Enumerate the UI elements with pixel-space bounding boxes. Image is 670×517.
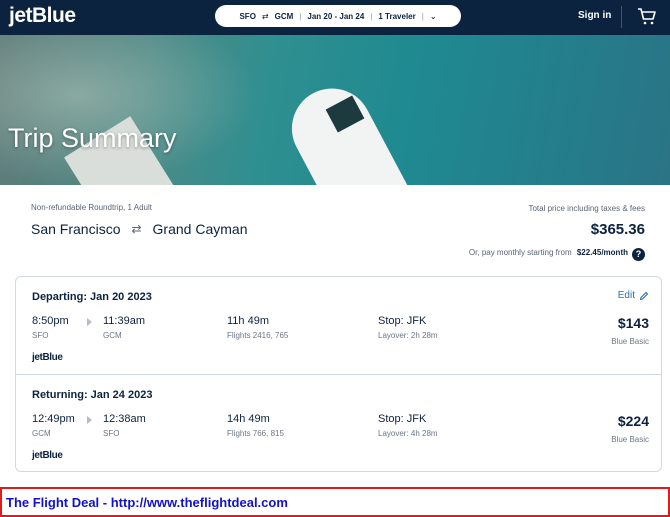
pencil-icon <box>639 291 649 300</box>
monthly-payment-amount: $22.45/month <box>576 248 628 257</box>
layover: Layover: 4h 28m <box>378 429 438 438</box>
stop: Stop: JFK <box>378 315 427 327</box>
departing-leg: Departing: Jan 20 2023 Edit 8:50pm SFO 1… <box>16 277 661 375</box>
duration: 11h 49m <box>227 315 269 327</box>
carrier-logo: jetBlue <box>32 352 63 363</box>
depart-time: 8:50pm <box>32 315 69 327</box>
destination-city: Grand Cayman <box>152 221 248 237</box>
travel-dates: Jan 20 - Jan 24 <box>307 11 365 21</box>
destination-code: GCM <box>274 11 294 21</box>
arrive-airport: GCM <box>103 331 122 340</box>
hero-banner: Trip Summary <box>0 35 670 185</box>
arrow-right-icon <box>87 416 92 424</box>
stop: Stop: JFK <box>378 413 427 425</box>
top-nav: jetBlue SFO ⇄ GCM | Jan 20 - Jan 24 | 1 … <box>0 0 670 35</box>
chevron-down-icon[interactable]: ⌄ <box>430 12 437 21</box>
page-title: Trip Summary <box>8 123 177 153</box>
monthly-payment: Or, pay monthly starting from $22.45/mon… <box>469 248 628 257</box>
leg-title: Departing: Jan 20 2023 <box>32 291 152 303</box>
swap-icon: ⇄ <box>131 222 142 236</box>
total-price: $365.36 <box>590 221 645 238</box>
edit-label: Edit <box>617 290 635 301</box>
nav-divider <box>621 6 622 28</box>
swap-icon: ⇄ <box>261 11 269 21</box>
origin-code: SFO <box>239 11 256 21</box>
sign-in-link[interactable]: Sign in <box>578 10 611 21</box>
arrive-airport: SFO <box>103 429 120 438</box>
help-icon[interactable]: ? <box>632 248 645 261</box>
trip-summary-card: Non-refundable Roundtrip, 1 Adult San Fr… <box>9 185 668 483</box>
leg-title: Returning: Jan 24 2023 <box>32 389 153 401</box>
depart-airport: SFO <box>32 331 49 340</box>
duration: 14h 49m <box>227 413 270 425</box>
flight-numbers: Flights 766, 815 <box>227 429 284 438</box>
cart-icon[interactable] <box>637 6 657 26</box>
flight-details: Departing: Jan 20 2023 Edit 8:50pm SFO 1… <box>15 276 662 472</box>
depart-time: 12:49pm <box>32 413 75 425</box>
flight-deal-banner: The Flight Deal - http://www.theflightde… <box>0 487 670 517</box>
layover: Layover: 2h 28m <box>378 331 438 340</box>
depart-airport: GCM <box>32 429 51 438</box>
jetblue-logo[interactable]: jetBlue <box>9 4 76 28</box>
fare-class: Blue Basic <box>611 337 649 346</box>
origin-city: San Francisco <box>31 221 121 237</box>
separator: | <box>299 11 302 21</box>
arrive-time: 12:38am <box>103 413 146 425</box>
fare-type: Non-refundable Roundtrip, 1 Adult <box>31 203 152 212</box>
arrow-right-icon <box>87 318 92 326</box>
returning-leg: Returning: Jan 24 2023 12:49pm GCM 12:38… <box>16 374 661 472</box>
leg-price: $224 <box>617 413 649 429</box>
fare-class: Blue Basic <box>611 435 649 444</box>
separator: | <box>421 11 424 21</box>
edit-button[interactable]: Edit <box>618 290 649 301</box>
flight-numbers: Flights 2416, 765 <box>227 331 289 340</box>
flight-search-summary[interactable]: SFO ⇄ GCM | Jan 20 - Jan 24 | 1 Traveler… <box>215 5 461 27</box>
traveler-count: 1 Traveler <box>378 11 416 21</box>
banner-text[interactable]: The Flight Deal - http://www.theflightde… <box>6 495 288 510</box>
route: San Francisco ⇄ Grand Cayman <box>31 221 247 237</box>
carrier-logo: jetBlue <box>32 450 63 461</box>
monthly-payment-text: Or, pay monthly starting from <box>468 248 572 257</box>
separator: | <box>370 11 373 21</box>
leg-price: $143 <box>617 315 649 331</box>
arrive-time: 11:39am <box>103 315 145 327</box>
hero-boat <box>277 74 415 185</box>
total-price-label: Total price including taxes & fees <box>528 204 645 213</box>
